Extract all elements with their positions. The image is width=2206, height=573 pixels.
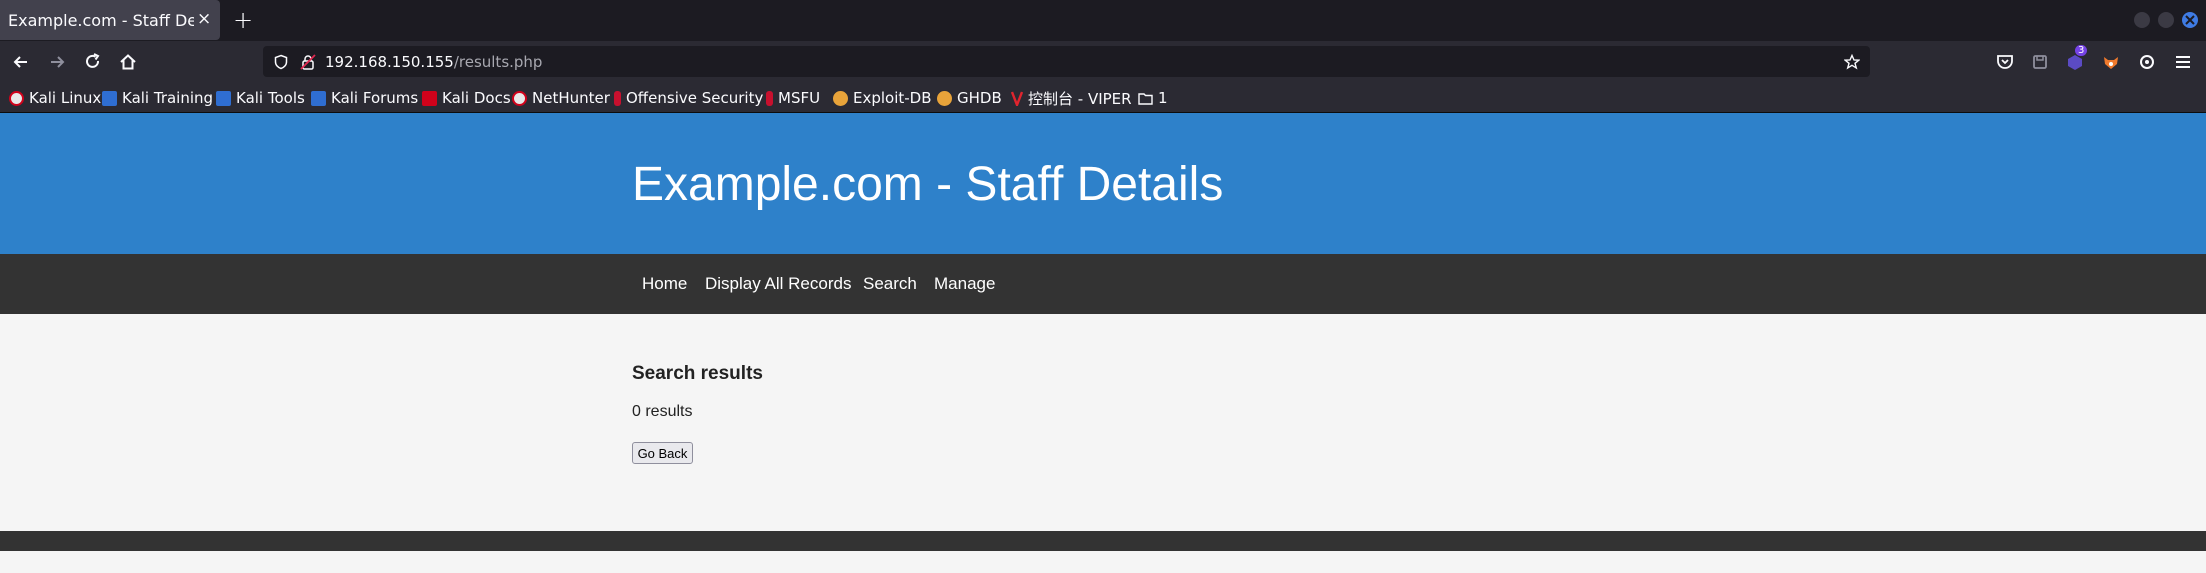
bookmark-kali-tools[interactable]: Kali Tools (216, 89, 305, 107)
bookmark-kali-docs[interactable]: Kali Docs (422, 89, 511, 107)
fox-extension-icon[interactable] (2101, 52, 2121, 72)
bookmark-kali-training[interactable]: Kali Training (102, 89, 213, 107)
new-tab-button[interactable]: + (233, 6, 253, 34)
close-window-button[interactable] (2182, 12, 2198, 28)
msfu-icon (766, 90, 773, 106)
ghdb-icon (937, 90, 952, 106)
bookmark-label: Kali Docs (442, 89, 511, 107)
bookmark-exploit-db[interactable]: Exploit-DB (833, 89, 932, 107)
bookmark-label: MSFU (778, 89, 821, 107)
tab-title: Example.com - Staff Details - Mozilla Fi… (8, 11, 194, 30)
menu-hamburger-icon[interactable] (2173, 52, 2193, 72)
bookmark-label: Kali Forums (331, 89, 419, 107)
nav-link-manage[interactable]: Manage (934, 274, 995, 294)
bookmarks-toolbar: Kali Linux Kali Training Kali Tools Kali… (0, 83, 2206, 113)
maximize-window-button[interactable] (2158, 12, 2174, 28)
url-text[interactable]: 192.168.150.155/results.php (325, 53, 542, 71)
browser-tab-active[interactable]: Example.com - Staff Details - Mozilla Fi… (0, 0, 220, 40)
browser-toolbar: 192.168.150.155/results.php 3 (0, 41, 2206, 83)
bookmark-kali-linux[interactable]: Kali Linux (9, 89, 101, 107)
folder-icon (1138, 91, 1153, 106)
go-back-button[interactable]: Go Back (632, 442, 693, 464)
bookmark-label: 1 (1158, 89, 1168, 107)
bookmark-label: Exploit-DB (853, 89, 932, 107)
url-path: /results.php (453, 53, 543, 71)
address-bar[interactable]: 192.168.150.155/results.php (263, 46, 1870, 77)
nethunter-icon (512, 90, 527, 106)
kali-tools-icon (216, 90, 231, 106)
bookmark-label: Kali Training (122, 89, 214, 107)
kali-training-icon (102, 90, 117, 106)
save-page-icon[interactable] (2030, 52, 2050, 72)
bookmark-offensive-security[interactable]: Offensive Security (614, 89, 763, 107)
bookmark-label: GHDB (957, 89, 1002, 107)
bookmark-msfu[interactable]: MSFU (766, 89, 820, 107)
bookmark-nethunter[interactable]: NetHunter (512, 89, 610, 107)
kali-icon (9, 90, 24, 106)
kali-forums-icon (311, 90, 326, 106)
account-gear-icon[interactable] (2137, 52, 2157, 72)
nav-link-search[interactable]: Search (863, 274, 917, 294)
back-arrow-icon[interactable] (11, 52, 31, 72)
site-header-banner: Example.com - Staff Details (0, 113, 2206, 254)
bookmark-label: Offensive Security (626, 89, 764, 107)
tab-close-icon[interactable]: × (197, 9, 211, 29)
viper-icon (1010, 91, 1024, 108)
shield-icon[interactable] (273, 54, 289, 70)
site-footer (0, 531, 2206, 551)
bookmark-label: Kali Linux (29, 89, 102, 107)
minimize-window-button[interactable] (2134, 12, 2150, 28)
pocket-icon[interactable] (1995, 52, 2015, 72)
browser-titlebar: Example.com - Staff Details - Mozilla Fi… (0, 0, 2206, 41)
forward-arrow-icon[interactable] (47, 52, 67, 72)
site-navbar: Home Display All Records Search Manage (0, 254, 2206, 314)
extension-badge-count: 3 (2075, 45, 2088, 56)
bookmark-ghdb[interactable]: GHDB (937, 89, 1002, 107)
url-host: 192.168.150.155 (325, 53, 454, 71)
bookmark-star-icon[interactable] (1844, 54, 1860, 70)
page-content: Example.com - Staff Details Home Display… (0, 113, 2206, 573)
extension-badge-icon[interactable]: 3 (2065, 45, 2088, 72)
bookmark-label: NetHunter (532, 89, 610, 107)
search-results-heading: Search results (632, 363, 763, 384)
reload-icon[interactable] (83, 52, 103, 72)
nav-link-home[interactable]: Home (642, 274, 687, 294)
results-count: 0 results (632, 403, 693, 420)
kali-docs-icon (422, 90, 437, 106)
insecure-lock-icon[interactable] (300, 54, 316, 70)
bookmark-folder-1[interactable]: 1 (1138, 89, 1168, 107)
bookmark-kali-forums[interactable]: Kali Forums (311, 89, 418, 107)
home-icon[interactable] (118, 52, 138, 72)
nav-link-display-all-records[interactable]: Display All Records (705, 274, 851, 294)
offsec-icon (614, 90, 621, 106)
bookmark-viper[interactable]: 控制台 - VIPER (1010, 89, 1132, 108)
exploit-db-icon (833, 90, 848, 106)
bookmark-label: Kali Tools (236, 89, 305, 107)
bookmark-label: 控制台 - VIPER (1028, 89, 1132, 108)
site-title: Example.com - Staff Details (632, 158, 1224, 211)
